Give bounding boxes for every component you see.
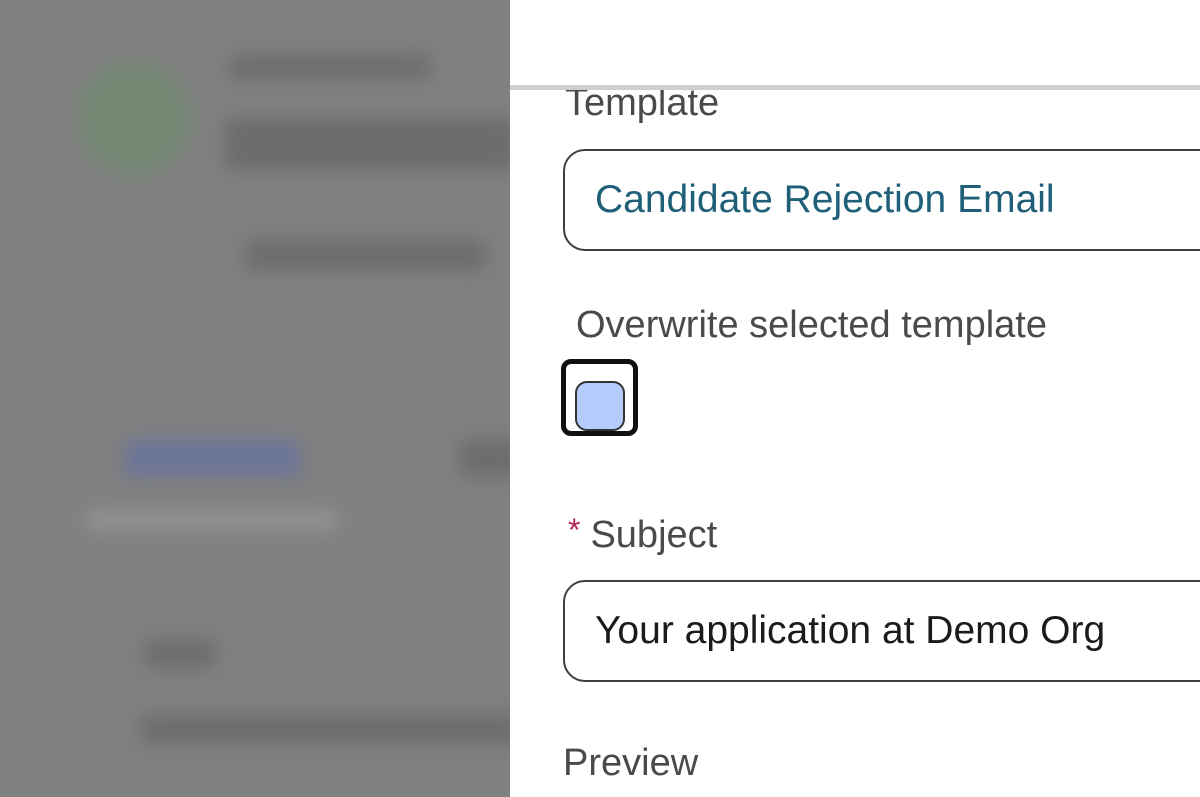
blurred-text xyxy=(145,640,215,668)
background-page-overlay[interactable] xyxy=(0,0,510,797)
blurred-text xyxy=(245,240,485,270)
blurred-underline xyxy=(85,510,340,530)
email-modal-panel: Template Candidate Rejection Email Overw… xyxy=(510,0,1200,797)
subject-label: * Subject xyxy=(568,512,717,557)
subject-input[interactable]: Your application at Demo Org xyxy=(563,580,1200,682)
blurred-tab xyxy=(125,440,300,476)
blurred-text xyxy=(230,55,430,79)
overwrite-template-label: Overwrite selected template xyxy=(576,304,1047,346)
preview-label: Preview xyxy=(563,742,699,784)
overwrite-template-checkbox[interactable] xyxy=(575,381,625,431)
template-select[interactable]: Candidate Rejection Email xyxy=(563,149,1200,251)
screen: Template Candidate Rejection Email Overw… xyxy=(0,0,1200,797)
required-marker: * xyxy=(568,512,581,548)
blurred-content xyxy=(0,0,510,797)
avatar xyxy=(78,62,190,174)
subject-label-text: Subject xyxy=(590,514,718,556)
subject-input-value: Your application at Demo Org xyxy=(595,609,1106,652)
overwrite-template-checkbox-focus-ring[interactable] xyxy=(561,359,638,436)
blurred-heading xyxy=(225,118,510,170)
blurred-tab xyxy=(460,440,510,476)
template-select-value: Candidate Rejection Email xyxy=(595,178,1055,221)
modal-header xyxy=(510,0,1200,90)
blurred-text xyxy=(140,715,510,743)
